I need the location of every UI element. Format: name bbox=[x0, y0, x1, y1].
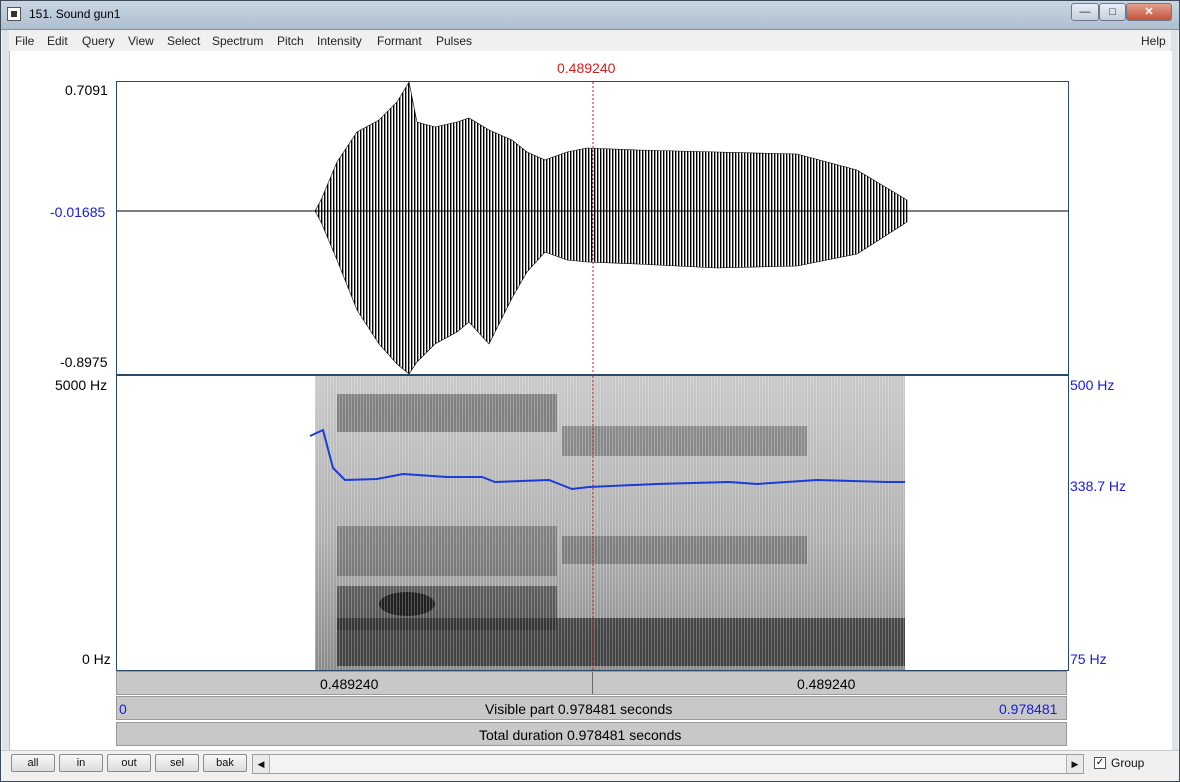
pitch-min-label: 75 Hz bbox=[1070, 651, 1107, 667]
visible-part-label: Visible part 0.978481 seconds bbox=[485, 701, 673, 717]
close-button[interactable]: ✕ bbox=[1126, 3, 1172, 21]
menu-intensity[interactable]: Intensity bbox=[317, 34, 362, 48]
menu-select[interactable]: Select bbox=[167, 34, 200, 48]
menu-help[interactable]: Help bbox=[1141, 34, 1166, 48]
zoom-back-button[interactable]: bak bbox=[203, 754, 247, 772]
scroll-right-arrow-icon[interactable]: ▶ bbox=[1066, 755, 1083, 773]
menu-pitch[interactable]: Pitch bbox=[277, 34, 304, 48]
zoom-in-button[interactable]: in bbox=[59, 754, 103, 772]
cursor-time-bar[interactable]: 0.489240 0.489240 bbox=[116, 671, 1067, 695]
spectrogram-svg bbox=[309, 376, 905, 670]
minimize-button[interactable]: — bbox=[1071, 3, 1099, 21]
menu-bar: File Edit Query View Select Spectrum Pit… bbox=[9, 30, 1171, 52]
window-title: 151. Sound gun1 bbox=[29, 7, 121, 21]
pitch-max-label: 500 Hz bbox=[1070, 377, 1115, 393]
zoom-out-button[interactable]: out bbox=[107, 754, 151, 772]
time-scrollbar[interactable]: ◀ ▶ bbox=[252, 754, 1084, 774]
menu-formant[interactable]: Formant bbox=[377, 34, 422, 48]
pitch-current-label: 338.7 Hz bbox=[1070, 478, 1127, 494]
zoom-sel-button[interactable]: sel bbox=[155, 754, 199, 772]
bottom-controls: all in out sel bak ◀ ▶ ✓ Group bbox=[1, 750, 1179, 781]
menu-query[interactable]: Query bbox=[82, 34, 115, 48]
menu-pulses[interactable]: Pulses bbox=[436, 34, 472, 48]
group-label: Group bbox=[1111, 756, 1145, 770]
waveform-panel[interactable] bbox=[116, 81, 1069, 375]
maximize-button[interactable]: □ bbox=[1099, 3, 1126, 21]
title-bar: 151. Sound gun1 — □ ✕ bbox=[1, 1, 1179, 30]
visible-part-bar[interactable]: 0 Visible part 0.978481 seconds 0.978481 bbox=[116, 696, 1067, 720]
praat-sound-window: 151. Sound gun1 — □ ✕ File Edit Query Vi… bbox=[0, 0, 1180, 782]
spectrogram-fmin-label: 0 Hz bbox=[82, 651, 111, 667]
spectrogram-texture bbox=[315, 376, 905, 670]
app-icon bbox=[7, 7, 21, 21]
menu-file[interactable]: File bbox=[15, 34, 34, 48]
zoom-all-button[interactable]: all bbox=[11, 754, 55, 772]
time-bar-right-label: 0.489240 bbox=[797, 676, 856, 692]
menu-edit[interactable]: Edit bbox=[47, 34, 68, 48]
group-checkbox[interactable]: ✓ bbox=[1094, 757, 1106, 769]
waveform-ymid-label: -0.01685 bbox=[50, 204, 106, 220]
cursor-time-label: 0.489240 bbox=[557, 60, 616, 76]
total-duration-bar[interactable]: Total duration 0.978481 seconds bbox=[116, 722, 1067, 746]
waveform-svg bbox=[117, 82, 1068, 374]
menu-spectrum[interactable]: Spectrum bbox=[212, 34, 263, 48]
total-duration-label: Total duration 0.978481 seconds bbox=[479, 727, 682, 743]
scroll-left-arrow-icon[interactable]: ◀ bbox=[253, 755, 270, 773]
menu-view[interactable]: View bbox=[128, 34, 154, 48]
spectrogram-panel[interactable] bbox=[116, 375, 1069, 671]
waveform-ymax-label: 0.7091 bbox=[65, 82, 108, 98]
waveform-ymin-label: -0.8975 bbox=[60, 354, 108, 370]
time-bar-left-label: 0.489240 bbox=[320, 676, 379, 692]
spectrogram-fmax-label: 5000 Hz bbox=[55, 377, 108, 393]
visible-start-label: 0 bbox=[119, 701, 127, 717]
visible-end-label: 0.978481 bbox=[999, 701, 1058, 717]
waveform-envelope bbox=[314, 82, 908, 374]
